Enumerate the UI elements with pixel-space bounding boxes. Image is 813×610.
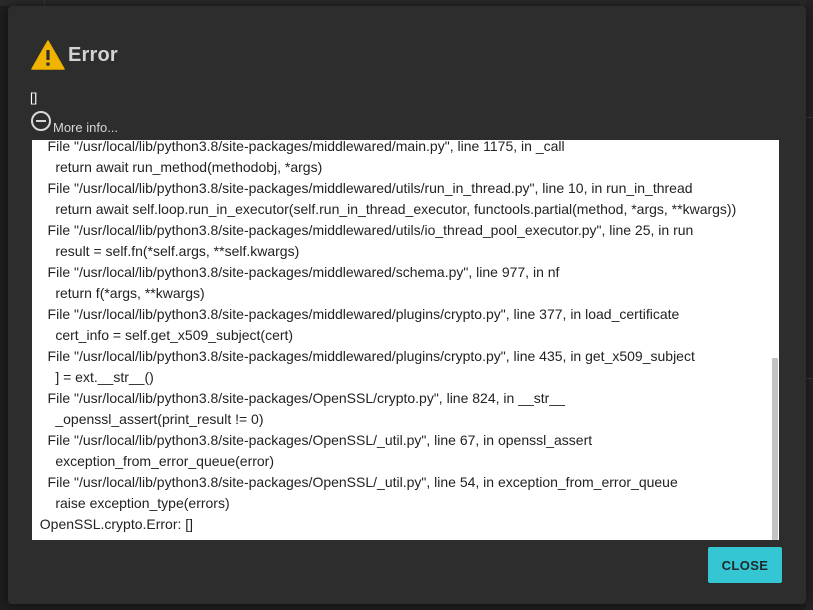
traceback-line: File "/usr/local/lib/python3.8/site-pack… (32, 306, 680, 322)
traceback-line: File "/usr/local/lib/python3.8/site-pack… (32, 474, 678, 490)
traceback-line: File "/usr/local/lib/python3.8/site-pack… (32, 140, 565, 154)
traceback-line: OpenSSL.crypto.Error: [] (32, 516, 194, 532)
traceback-line: File "/usr/local/lib/python3.8/site-pack… (32, 222, 694, 238)
traceback-line: return f(*args, **kwargs) (32, 285, 205, 301)
close-button[interactable]: CLOSE (708, 547, 782, 583)
background-divider (806, 378, 813, 379)
traceback-line: File "/usr/local/lib/python3.8/site-pack… (32, 180, 693, 196)
scrollbar-thumb[interactable] (772, 358, 778, 540)
traceback-scrollbar[interactable] (771, 140, 779, 540)
traceback-line: _openssl_assert(print_result != 0) (32, 411, 264, 427)
error-dialog: Error [] More info... File "/usr/local/l… (8, 6, 806, 604)
traceback-text: File "/usr/local/lib/python3.8/site-pack… (32, 140, 771, 535)
traceback-line: return await run_method(methodobj, *args… (32, 159, 323, 175)
error-message: [] (30, 90, 38, 105)
warning-icon (31, 40, 65, 70)
traceback-line: File "/usr/local/lib/python3.8/site-pack… (32, 348, 695, 364)
background-panel (806, 0, 813, 610)
traceback-line: cert_info = self.get_x509_subject(cert) (32, 327, 294, 343)
traceback-panel[interactable]: File "/usr/local/lib/python3.8/site-pack… (32, 140, 779, 540)
traceback-line: File "/usr/local/lib/python3.8/site-pack… (32, 390, 565, 406)
background-divider (806, 117, 813, 118)
traceback-line: raise exception_type(errors) (32, 495, 230, 511)
traceback-line: return await self.loop.run_in_executor(s… (32, 201, 737, 217)
more-info-toggle[interactable]: More info... (30, 110, 118, 135)
traceback-line: File "/usr/local/lib/python3.8/site-pack… (32, 432, 593, 448)
collapse-circle-icon[interactable] (30, 110, 52, 132)
dialog-title: Error (68, 43, 118, 66)
more-info-label[interactable]: More info... (53, 120, 118, 135)
traceback-line: ] = ext.__str__() (32, 369, 154, 385)
traceback-line: result = self.fn(*self.args, **self.kwar… (32, 243, 300, 259)
traceback-line: File "/usr/local/lib/python3.8/site-pack… (32, 264, 560, 280)
traceback-line: exception_from_error_queue(error) (32, 453, 274, 469)
dialog-header: Error (31, 40, 118, 70)
